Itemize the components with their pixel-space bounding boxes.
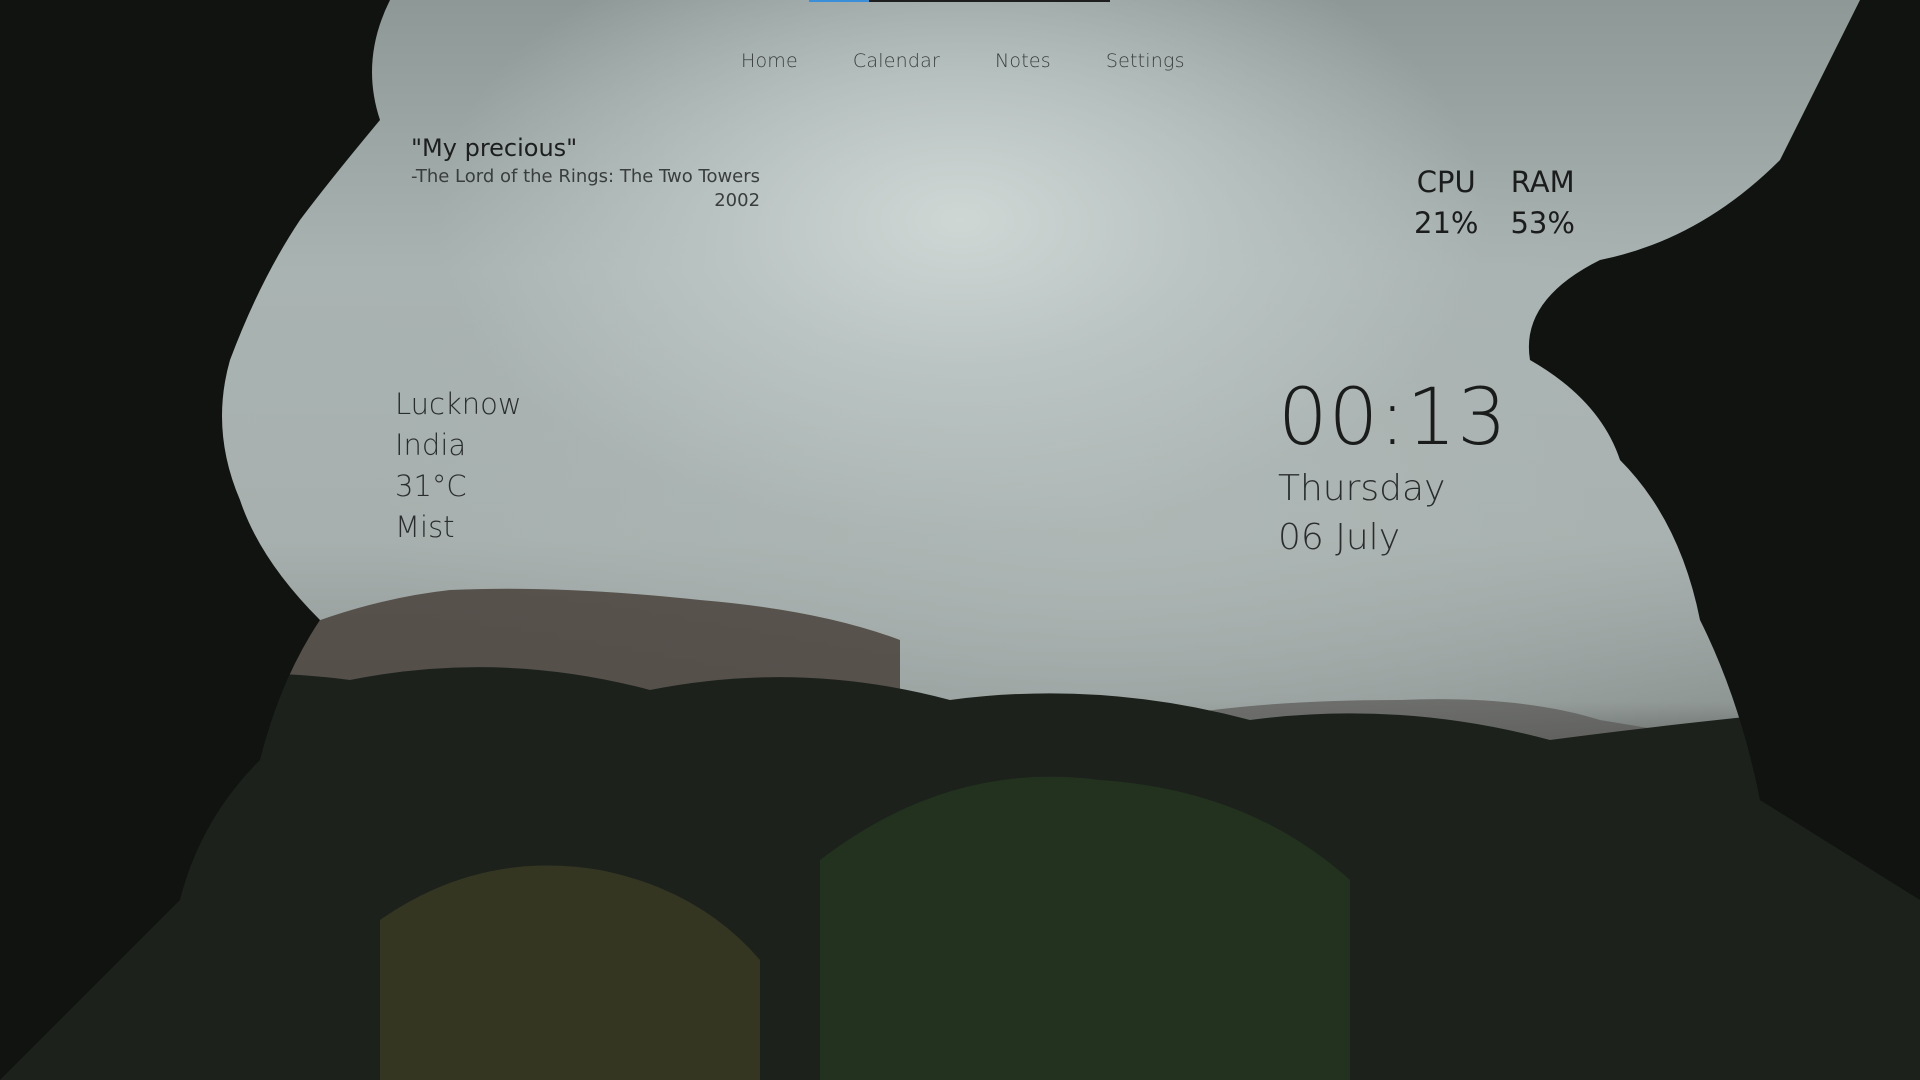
system-stats-widget: CPU 21% RAM 53% xyxy=(1414,162,1575,244)
weather-temperature: 31°C xyxy=(395,469,467,503)
weather-widget: Lucknow India 31°C Mist xyxy=(395,384,522,548)
nav-calendar[interactable]: Calendar xyxy=(853,50,940,72)
ram-label: RAM xyxy=(1510,165,1575,199)
main-nav: Home Calendar Notes Settings xyxy=(741,50,1240,72)
ram-stat: RAM 53% xyxy=(1510,162,1574,244)
cpu-value: 21% xyxy=(1414,206,1479,240)
quote-source: -The Lord of the Rings: The Two Towers xyxy=(411,166,761,187)
nav-settings[interactable]: Settings xyxy=(1106,50,1185,72)
quote-widget: "My precious" -The Lord of the Rings: Th… xyxy=(411,134,760,211)
nav-notes[interactable]: Notes xyxy=(995,50,1051,72)
clock-day: Thursday xyxy=(1278,468,1446,509)
background-wallpaper xyxy=(0,0,1920,1080)
loading-progress-bar xyxy=(809,0,1110,2)
nav-home[interactable]: Home xyxy=(741,50,798,72)
clock-time: 00:13 xyxy=(1278,373,1508,463)
progress-fill xyxy=(809,0,870,2)
cpu-stat: CPU 21% xyxy=(1414,162,1478,244)
weather-country: India xyxy=(395,428,467,462)
clock-widget: 00:13 Thursday 06 July xyxy=(1278,372,1508,562)
weather-condition: Mist xyxy=(395,510,455,544)
cpu-label: CPU xyxy=(1416,165,1476,199)
ram-value: 53% xyxy=(1510,206,1575,240)
quote-text: "My precious" xyxy=(411,134,578,162)
landscape-illustration xyxy=(0,0,1920,1080)
weather-city: Lucknow xyxy=(395,387,522,421)
clock-date: 06 July xyxy=(1278,517,1400,558)
quote-year: 2002 xyxy=(714,190,761,211)
